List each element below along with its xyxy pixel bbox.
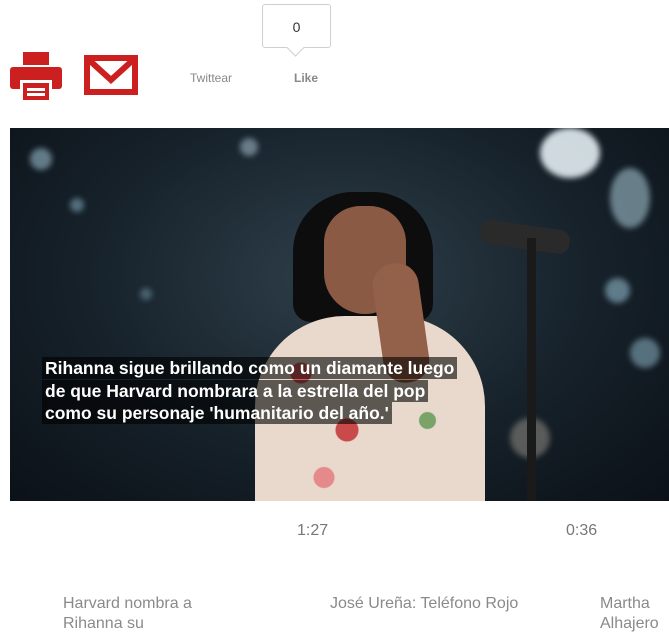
stage-light [610,168,650,228]
stage-light [30,148,52,170]
microphone [478,218,572,256]
video-player[interactable]: Rihanna sigue brillando como un diamante… [10,128,669,501]
stage-light [605,278,630,303]
video-caption: Rihanna sigue brillando como un diamante… [42,357,472,425]
related-video-title[interactable]: Harvard nombra a Rihanna su [63,594,253,634]
related-video-title[interactable]: Martha Alhajero [600,594,669,634]
video-duration: 0:36 [566,522,598,539]
like-count-bubble: 0 [262,4,331,48]
stage-light [540,128,600,178]
share-toolbar: Twittear 0 Like [0,0,669,110]
microphone-stand [527,238,536,501]
envelope-icon[interactable] [84,55,138,95]
printer-icon[interactable] [10,52,62,100]
stage-light [630,338,660,368]
stage-light [240,138,258,156]
video-duration: 1:27 [297,522,329,539]
stage-light [140,288,152,300]
tweet-button[interactable]: Twittear [190,71,232,85]
stage-light [70,198,84,212]
like-button[interactable]: Like [294,71,318,85]
related-video-title[interactable]: José Ureña: Teléfono Rojo [330,594,540,614]
